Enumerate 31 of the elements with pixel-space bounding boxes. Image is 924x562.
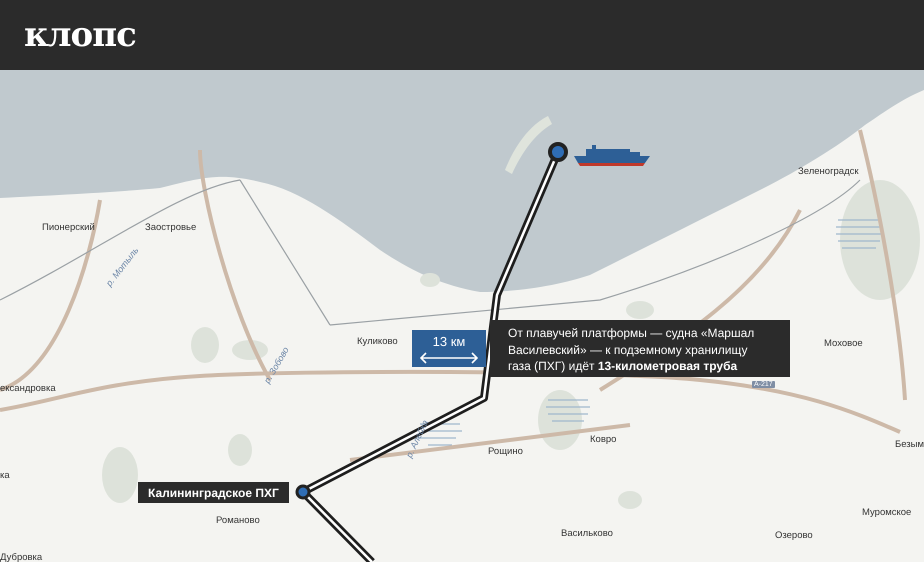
wetland-hatching <box>545 399 591 422</box>
place-label: ка <box>0 470 10 481</box>
place-label: Зеленоградск <box>798 166 859 177</box>
place-label: Безым <box>895 439 924 450</box>
caption-text: От плавучей платформы — судна «Маршал Василевский» — к подземному хранилищу газа (ПХГ) идёт 13-километровая труба <box>508 325 756 374</box>
place-label: Ковро <box>590 434 616 445</box>
place-label: Озерово <box>775 530 813 541</box>
place-label: Моховое <box>824 338 863 349</box>
place-label: Куликово <box>357 336 398 347</box>
forest-patch <box>232 340 268 360</box>
place-label: Заостровье <box>145 222 196 233</box>
forest-patch <box>538 390 582 450</box>
distance-text: 13 км <box>432 334 466 348</box>
place-label: ександровка <box>0 383 56 394</box>
double-arrow-icon <box>420 352 478 364</box>
place-label: Дубровка <box>0 552 42 562</box>
place-label: Романово <box>216 515 260 526</box>
storage-label: Калининградское ПХГ <box>138 482 289 503</box>
storage-marker <box>296 484 310 500</box>
place-label: Васильково <box>561 528 613 539</box>
ship-icon <box>574 145 650 166</box>
site-logo[interactable]: клопс <box>24 18 136 52</box>
wetland-hatching <box>835 219 883 249</box>
breakwater <box>505 116 552 174</box>
forest-patch <box>626 301 654 319</box>
forest-patch <box>420 273 440 287</box>
forest-patch <box>102 447 138 503</box>
place-label: Рощино <box>488 446 523 457</box>
place-label: Муромское <box>862 507 912 518</box>
place-label: Пионерский <box>42 222 95 233</box>
platform-marker <box>548 142 568 162</box>
